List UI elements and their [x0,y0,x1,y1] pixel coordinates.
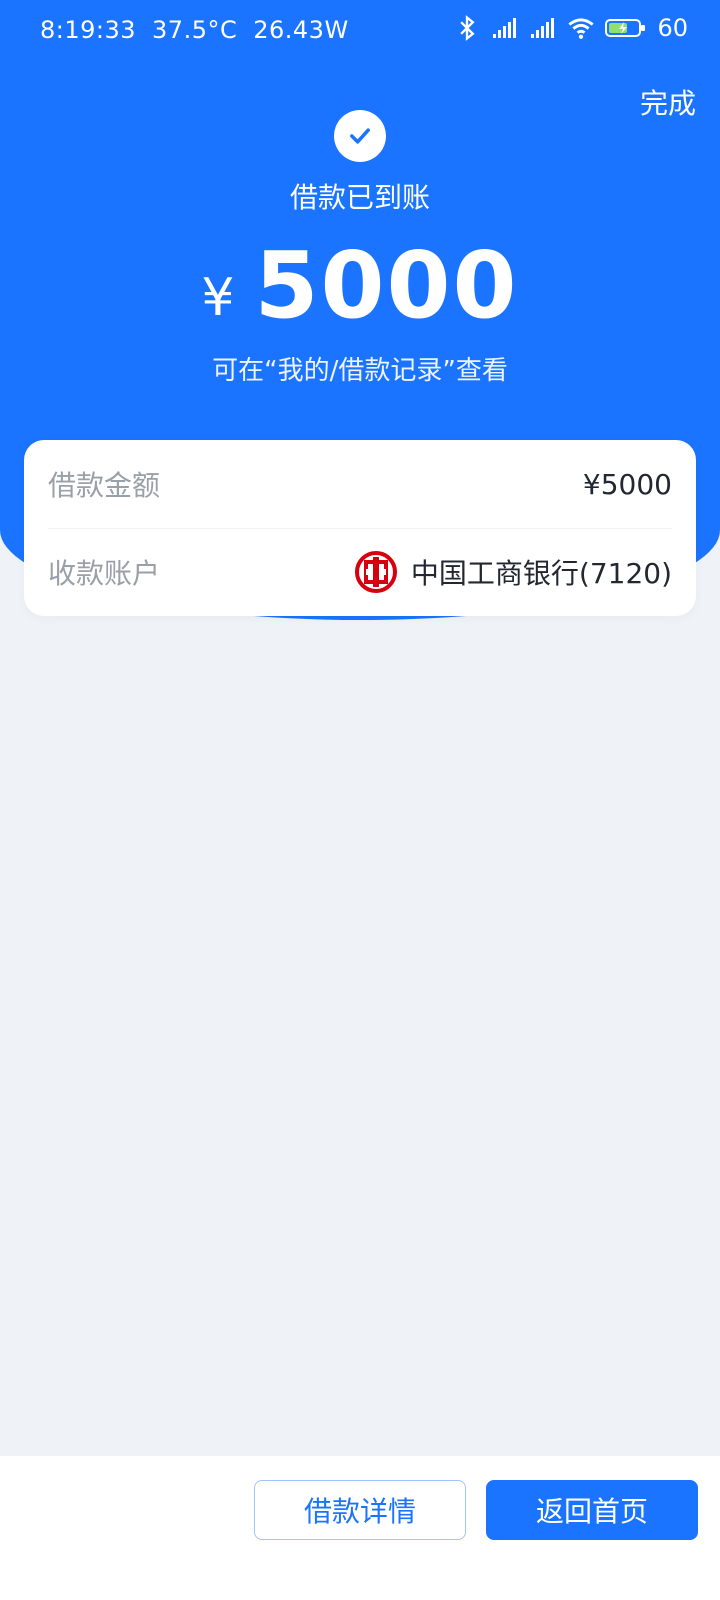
details-card: 借款金额 ¥5000 收款账户 中国工商银行(7120) [24,440,696,616]
signal-icon [493,18,517,38]
wifi-icon [568,18,595,39]
icbc-bank-logo-icon [354,551,397,593]
bluetooth-icon [460,15,476,41]
currency-symbol: ¥ [201,268,235,328]
status-power: 26.43W [253,16,349,44]
record-hint: 可在“我的/借款记录”查看 [212,356,508,386]
loan-amount: 5000 [254,232,519,339]
status-bar: 8:19:33 37.5°C 26.43W 60 [0,0,720,64]
battery-level: 60 [657,14,688,42]
bank-name: 中国工商银行(7120) [410,557,672,590]
amount-row: ¥ 5000 [0,240,720,332]
detail-row-amount: 借款金额 ¥5000 [48,440,672,529]
status-time: 8:19:33 [40,16,137,44]
loan-details-button[interactable]: 借款详情 [254,1480,466,1540]
status-left: 8:19:33 37.5°C 26.43W [40,16,349,44]
loan-amount-label: 借款金额 [48,469,161,502]
loan-success-page: 8:19:33 37.5°C 26.43W 60 完成 借款已到账 ¥ 5000… [0,0,720,1600]
checkmark-icon [350,128,370,144]
bottom-action-bar: 借款详情 返回首页 [0,1456,720,1600]
detail-row-account: 收款账户 中国工商银行(7120) [48,528,672,616]
receiving-account-label: 收款账户 [48,557,161,590]
status-temperature: 37.5°C [152,16,238,44]
return-home-button[interactable]: 返回首页 [486,1480,698,1540]
loan-amount-value: ¥5000 [582,467,672,501]
success-section: 借款已到账 ¥ 5000 可在“我的/借款记录”查看 [0,110,720,387]
check-circle-icon [334,110,386,162]
signal-icon-2 [531,18,555,38]
battery-icon [605,19,646,37]
status-right: 60 [453,14,688,42]
receiving-account-value: 中国工商银行(7120) [354,551,672,593]
success-title: 借款已到账 [289,181,430,214]
